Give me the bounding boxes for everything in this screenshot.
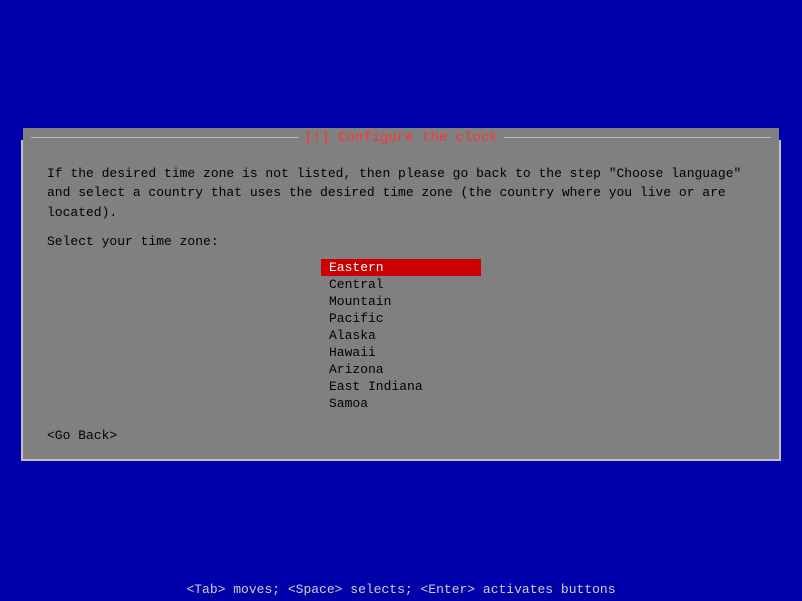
timezone-list: EasternCentralMountainPacificAlaskaHawai… bbox=[321, 259, 481, 412]
dialog-title-bar: [!] Configure the clock bbox=[23, 128, 779, 148]
dialog-body: If the desired time zone is not listed, … bbox=[23, 148, 779, 460]
description-line1: If the desired time zone is not listed, … bbox=[47, 166, 741, 181]
description-line2: and select a country that uses the desir… bbox=[47, 185, 726, 200]
timezone-item-central[interactable]: Central bbox=[321, 276, 481, 293]
timezone-item-eastern[interactable]: Eastern bbox=[321, 259, 481, 276]
prompt-text: Select your time zone: bbox=[47, 234, 755, 249]
configure-clock-dialog: [!] Configure the clock If the desired t… bbox=[21, 140, 781, 462]
timezone-item-hawaii[interactable]: Hawaii bbox=[321, 344, 481, 361]
go-back-button[interactable]: <Go Back> bbox=[47, 428, 117, 443]
timezone-item-samoa[interactable]: Samoa bbox=[321, 395, 481, 412]
timezone-item-pacific[interactable]: Pacific bbox=[321, 310, 481, 327]
dialog-title: [!] Configure the clock bbox=[298, 130, 503, 146]
timezone-item-mountain[interactable]: Mountain bbox=[321, 293, 481, 310]
timezone-item-east-indiana[interactable]: East Indiana bbox=[321, 378, 481, 395]
status-bar: <Tab> moves; <Space> selects; <Enter> ac… bbox=[0, 578, 802, 601]
title-bar-line-right bbox=[504, 137, 771, 138]
timezone-item-arizona[interactable]: Arizona bbox=[321, 361, 481, 378]
description: If the desired time zone is not listed, … bbox=[47, 164, 755, 223]
buttons-row: <Go Back> bbox=[47, 428, 755, 443]
description-line3: located). bbox=[47, 205, 117, 220]
timezone-item-alaska[interactable]: Alaska bbox=[321, 327, 481, 344]
title-bar-line-left bbox=[31, 137, 298, 138]
